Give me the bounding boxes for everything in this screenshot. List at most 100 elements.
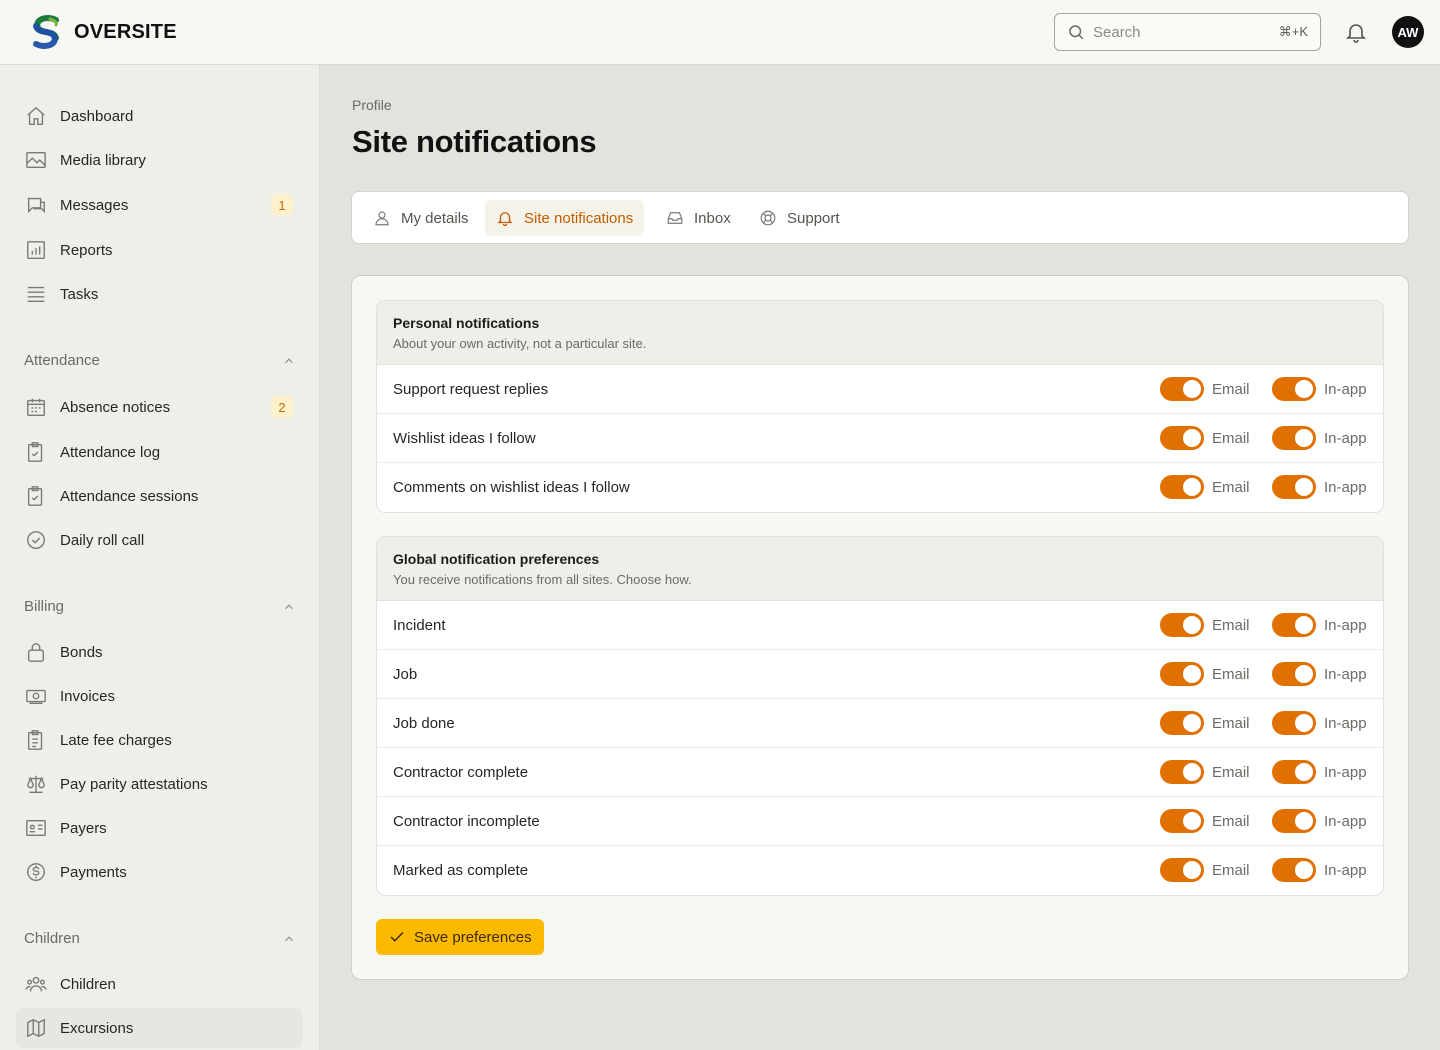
chevron-up-icon	[285, 357, 293, 363]
billing-group-header[interactable]: Billing	[24, 598, 296, 615]
toggle-switch[interactable]	[1272, 377, 1316, 401]
notifications-bell-icon[interactable]	[1344, 20, 1368, 44]
inbox-icon	[667, 212, 683, 224]
sidebar-item-attendance-sessions[interactable]: Attendance sessions	[16, 476, 303, 516]
notification-row: Contractor incomplete Email In-app	[377, 797, 1383, 846]
tab-label: My details	[401, 209, 469, 227]
toggle-switch[interactable]	[1272, 475, 1316, 499]
email-toggle[interactable]: Email	[1160, 809, 1250, 833]
toggle-switch[interactable]	[1272, 613, 1316, 637]
group-title: Billing	[24, 598, 65, 615]
email-toggle[interactable]: Email	[1160, 858, 1250, 882]
row-label: Job	[393, 665, 418, 683]
sidebar-item-label: Attendance log	[60, 443, 161, 461]
toggle-switch[interactable]	[1160, 662, 1204, 686]
sidebar-item-media-library[interactable]: Media library	[16, 140, 303, 180]
tab-label: Inbox	[694, 209, 731, 227]
toggle-switch[interactable]	[1160, 809, 1204, 833]
search-input[interactable]: Search ⌘+K	[1054, 13, 1321, 51]
sidebar-item-label: Attendance sessions	[60, 487, 199, 505]
lock-icon	[24, 640, 48, 664]
sidebar-item-pay-parity-attestations[interactable]: Pay parity attestations	[16, 764, 303, 804]
row-label: Contractor complete	[393, 763, 529, 781]
toggle-switch[interactable]	[1272, 662, 1316, 686]
dollar-circle-icon	[24, 860, 48, 884]
scale-icon	[24, 772, 48, 796]
list-icon	[24, 282, 48, 306]
email-toggle[interactable]: Email	[1160, 613, 1250, 637]
inapp-toggle[interactable]: In-app	[1272, 475, 1367, 499]
banknote-icon	[24, 684, 48, 708]
email-toggle[interactable]: Email	[1160, 662, 1250, 686]
sidebar-item-payers[interactable]: Payers	[16, 808, 303, 848]
sidebar-item-absence-notices[interactable]: Absence notices 2	[16, 387, 303, 427]
inapp-toggle[interactable]: In-app	[1272, 662, 1367, 686]
toggle-switch[interactable]	[1272, 858, 1316, 882]
tab-my-details[interactable]: My details	[362, 200, 480, 236]
sidebar-item-invoices[interactable]: Invoices	[16, 676, 303, 716]
sidebar-item-late-fee-charges[interactable]: Late fee charges	[16, 720, 303, 760]
sidebar-item-children[interactable]: Children	[16, 964, 303, 1004]
tab-support[interactable]: Support	[748, 200, 851, 236]
inapp-toggle[interactable]: In-app	[1272, 377, 1367, 401]
email-toggle[interactable]: Email	[1160, 377, 1250, 401]
inapp-toggle[interactable]: In-app	[1272, 809, 1367, 833]
email-toggle[interactable]: Email	[1160, 760, 1250, 784]
attendance-group-header[interactable]: Attendance	[24, 352, 296, 369]
email-toggle[interactable]: Email	[1160, 426, 1250, 450]
toggle-label: In-app	[1324, 812, 1367, 830]
email-toggle[interactable]: Email	[1160, 711, 1250, 735]
toggle-switch[interactable]	[1160, 377, 1204, 401]
tab-site-notifications[interactable]: Site notifications	[485, 200, 645, 236]
inapp-toggle[interactable]: In-app	[1272, 426, 1367, 450]
avatar[interactable]: AW	[1392, 16, 1424, 48]
toggle-label: Email	[1212, 763, 1250, 781]
toggle-switch[interactable]	[1160, 426, 1204, 450]
card-header: Global notification preferences You rece…	[377, 537, 1383, 601]
page-title: Site notifications	[352, 124, 597, 159]
inapp-toggle[interactable]: In-app	[1272, 711, 1367, 735]
tab-label: Site notifications	[524, 209, 634, 227]
sidebar-item-label: Reports	[60, 241, 113, 259]
clipboard-list-icon	[24, 728, 48, 752]
inapp-toggle[interactable]: In-app	[1272, 858, 1367, 882]
search-placeholder: Search	[1093, 23, 1141, 41]
clipboard-check-icon	[24, 484, 48, 508]
toggle-switch[interactable]	[1160, 711, 1204, 735]
toggle-label: Email	[1212, 616, 1250, 634]
toggle-switch[interactable]	[1160, 613, 1204, 637]
save-preferences-button[interactable]: Save preferences	[376, 919, 544, 955]
email-toggle[interactable]: Email	[1160, 475, 1250, 499]
sidebar-item-excursions[interactable]: Excursions	[16, 1008, 303, 1048]
sidebar-item-reports[interactable]: Reports	[16, 230, 303, 270]
sidebar-item-bonds[interactable]: Bonds	[16, 632, 303, 672]
breadcrumb[interactable]: Profile	[352, 97, 392, 113]
sidebar-item-tasks[interactable]: Tasks	[16, 274, 303, 314]
id-card-icon	[24, 816, 48, 840]
profile-tabs: My details Site notifications Inbox Supp…	[351, 191, 1409, 244]
sidebar-item-label: Tasks	[60, 285, 99, 303]
sidebar-item-attendance-log[interactable]: Attendance log	[16, 432, 303, 472]
toggle-label: In-app	[1324, 763, 1367, 781]
toggle-switch[interactable]	[1160, 858, 1204, 882]
sidebar-item-daily-roll-call[interactable]: Daily roll call	[16, 520, 303, 560]
inapp-toggle[interactable]: In-app	[1272, 760, 1367, 784]
sidebar-item-dashboard[interactable]: Dashboard	[16, 96, 303, 136]
sidebar-item-messages[interactable]: Messages 1	[16, 185, 303, 225]
global-preferences-card: Global notification preferences You rece…	[376, 536, 1384, 896]
toggle-switch[interactable]	[1272, 809, 1316, 833]
lifebuoy-icon	[760, 210, 776, 226]
sidebar-item-payments[interactable]: Payments	[16, 852, 303, 892]
toggle-switch[interactable]	[1160, 475, 1204, 499]
toggle-switch[interactable]	[1160, 760, 1204, 784]
toggle-label: In-app	[1324, 478, 1367, 496]
inapp-toggle[interactable]: In-app	[1272, 613, 1367, 637]
toggle-switch[interactable]	[1272, 426, 1316, 450]
toggle-switch[interactable]	[1272, 760, 1316, 784]
tab-inbox[interactable]: Inbox	[655, 200, 742, 236]
toggle-switch[interactable]	[1272, 711, 1316, 735]
notification-row: Contractor complete Email In-app	[377, 748, 1383, 797]
brand[interactable]: OVERSITE	[28, 14, 177, 50]
top-bar: OVERSITE Search ⌘+K AW	[0, 0, 1440, 65]
children-group-header[interactable]: Children	[24, 930, 296, 947]
